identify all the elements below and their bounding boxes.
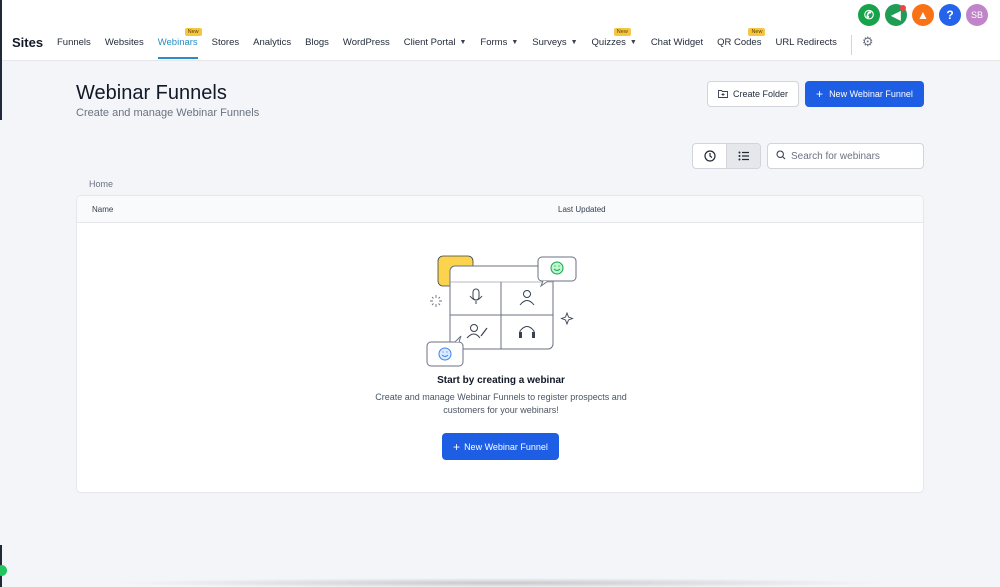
nav-stores[interactable]: Stores <box>212 31 239 61</box>
top-icons: ✆ ◀ ▲ ? SB <box>858 4 988 26</box>
nav-blogs[interactable]: Blogs <box>305 31 329 61</box>
nav-label: Forms <box>480 37 508 48</box>
nav-forms[interactable]: Forms ▼ <box>480 31 518 61</box>
nav-qr-codes[interactable]: QR Codes New <box>717 28 766 61</box>
nav-quizzes[interactable]: Quizzes ▼ New <box>591 28 637 61</box>
brand-title: Sites <box>12 35 44 50</box>
nav-funnels[interactable]: Funnels <box>57 31 91 61</box>
plus-icon: + <box>816 87 824 101</box>
main-nav: Funnels Websites Webinars New Stores Anal… <box>57 28 874 61</box>
search-icon <box>776 149 786 163</box>
new-webinar-funnel-label: New Webinar Funnel <box>829 89 913 99</box>
nav-wordpress[interactable]: WordPress <box>343 31 390 61</box>
folder-plus-icon <box>718 89 728 100</box>
nav-label: Chat Widget <box>650 37 704 48</box>
nav-label: QR Codes <box>717 37 762 48</box>
page-subtitle: Create and manage Webinar Funnels <box>76 107 260 119</box>
nav-label: Webinars <box>157 37 198 48</box>
search-input[interactable] <box>791 150 916 162</box>
breadcrumb[interactable]: Home <box>89 179 113 189</box>
chevron-down-icon: ▼ <box>629 39 637 46</box>
new-badge: New <box>184 28 202 36</box>
table-header: Name Last Updated <box>77 196 923 223</box>
nav-label: Analytics <box>253 37 292 48</box>
nav-label: Funnels <box>57 37 91 48</box>
chevron-down-icon: ▼ <box>570 39 578 46</box>
bell-icon[interactable]: ▲ <box>912 4 934 26</box>
clock-icon[interactable] <box>693 144 726 168</box>
nav-label: WordPress <box>342 37 390 48</box>
bottom-shadow <box>110 578 890 587</box>
nav-divider <box>850 35 852 55</box>
list-view-icon[interactable] <box>726 144 760 168</box>
nav-analytics[interactable]: Analytics <box>253 31 291 61</box>
create-folder-button[interactable]: Create Folder <box>707 81 799 107</box>
nav-label: Client Portal <box>403 37 456 48</box>
avatar[interactable]: SB <box>966 4 988 26</box>
new-badge: New <box>613 28 631 36</box>
status-dot <box>0 565 7 576</box>
nav-label: Websites <box>104 37 144 48</box>
empty-state-illustration <box>426 255 577 367</box>
nav-surveys[interactable]: Surveys ▼ <box>532 31 577 61</box>
empty-state-new-funnel-button[interactable]: + New Webinar Funnel <box>442 433 559 460</box>
phone-icon[interactable]: ✆ <box>858 4 880 26</box>
chevron-down-icon: ▼ <box>459 39 467 46</box>
megaphone-icon[interactable]: ◀ <box>885 4 907 26</box>
search-box <box>767 143 924 169</box>
nav-label: Stores <box>211 37 240 48</box>
page-title: Webinar Funnels <box>76 82 227 104</box>
empty-state-button-label: New Webinar Funnel <box>464 441 548 452</box>
gear-icon[interactable]: ⚙ <box>862 31 874 50</box>
empty-state-title: Start by creating a webinar <box>437 375 565 386</box>
nav-webinars[interactable]: Webinars New <box>157 28 202 59</box>
empty-state-description: Create and manage Webinar Funnels to reg… <box>375 392 627 415</box>
nav-websites[interactable]: Websites <box>105 31 144 61</box>
help-icon[interactable]: ? <box>939 4 961 26</box>
create-folder-label: Create Folder <box>732 89 789 99</box>
top-bar: ✆ ◀ ▲ ? SB Sites Funnels Websites Webina… <box>0 0 1000 61</box>
chevron-down-icon: ▼ <box>511 39 519 46</box>
nav-url-redirects[interactable]: URL Redirects <box>775 31 836 61</box>
webinars-table: Name Last Updated Start by creating a we… <box>76 195 924 493</box>
nav-label: Surveys <box>532 37 567 48</box>
nav-chat-widget[interactable]: Chat Widget <box>651 31 703 61</box>
column-header-name[interactable]: Name <box>92 205 113 214</box>
plus-icon: + <box>453 439 461 454</box>
nav-label: Blogs <box>305 37 329 48</box>
nav-label: URL Redirects <box>775 37 837 48</box>
new-badge: New <box>748 28 766 36</box>
column-header-last-updated[interactable]: Last Updated <box>558 205 606 214</box>
nav-client-portal[interactable]: Client Portal ▼ <box>404 31 467 61</box>
notification-dot <box>900 5 906 11</box>
window-edge <box>0 0 2 120</box>
view-toggle <box>692 143 761 169</box>
nav-label: Quizzes <box>591 37 626 48</box>
new-webinar-funnel-button[interactable]: + New Webinar Funnel <box>805 81 924 107</box>
